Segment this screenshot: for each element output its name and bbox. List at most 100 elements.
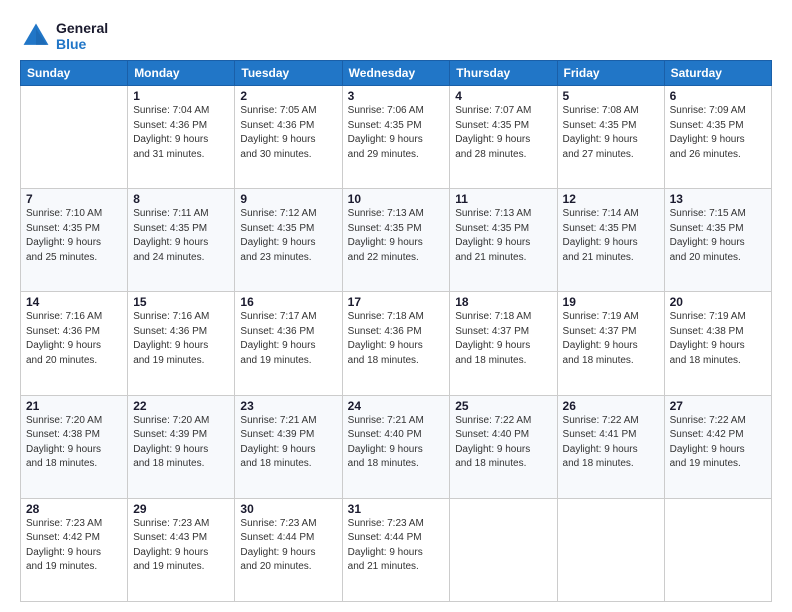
calendar-cell: 23Sunrise: 7:21 AM Sunset: 4:39 PM Dayli…: [235, 395, 342, 498]
day-number: 9: [240, 192, 336, 206]
logo-text: General Blue: [56, 20, 108, 52]
page: General Blue SundayMondayTuesdayWednesda…: [0, 0, 792, 612]
day-info: Sunrise: 7:23 AM Sunset: 4:44 PM Dayligh…: [348, 517, 445, 575]
calendar-cell: 11Sunrise: 7:13 AM Sunset: 4:35 PM Dayli…: [450, 189, 557, 292]
calendar-cell: 31Sunrise: 7:23 AM Sunset: 4:44 PM Dayli…: [342, 498, 450, 601]
logo-icon: [20, 20, 52, 52]
day-number: 10: [348, 192, 445, 206]
day-info: Sunrise: 7:05 AM Sunset: 4:36 PM Dayligh…: [240, 104, 336, 162]
calendar-cell: 16Sunrise: 7:17 AM Sunset: 4:36 PM Dayli…: [235, 292, 342, 395]
day-number: 17: [348, 295, 445, 309]
day-info: Sunrise: 7:14 AM Sunset: 4:35 PM Dayligh…: [563, 207, 659, 265]
day-info: Sunrise: 7:13 AM Sunset: 4:35 PM Dayligh…: [348, 207, 445, 265]
day-info: Sunrise: 7:22 AM Sunset: 4:41 PM Dayligh…: [563, 414, 659, 472]
day-info: Sunrise: 7:20 AM Sunset: 4:38 PM Dayligh…: [26, 414, 122, 472]
calendar-cell: 27Sunrise: 7:22 AM Sunset: 4:42 PM Dayli…: [664, 395, 771, 498]
day-info: Sunrise: 7:22 AM Sunset: 4:42 PM Dayligh…: [670, 414, 766, 472]
calendar-week-row: 14Sunrise: 7:16 AM Sunset: 4:36 PM Dayli…: [21, 292, 772, 395]
day-number: 2: [240, 89, 336, 103]
day-info: Sunrise: 7:10 AM Sunset: 4:35 PM Dayligh…: [26, 207, 122, 265]
day-info: Sunrise: 7:19 AM Sunset: 4:38 PM Dayligh…: [670, 310, 766, 368]
day-number: 23: [240, 399, 336, 413]
weekday-label: Saturday: [664, 61, 771, 86]
day-info: Sunrise: 7:23 AM Sunset: 4:44 PM Dayligh…: [240, 517, 336, 575]
weekday-header-row: SundayMondayTuesdayWednesdayThursdayFrid…: [21, 61, 772, 86]
day-number: 3: [348, 89, 445, 103]
calendar-cell: 8Sunrise: 7:11 AM Sunset: 4:35 PM Daylig…: [128, 189, 235, 292]
calendar-cell: 30Sunrise: 7:23 AM Sunset: 4:44 PM Dayli…: [235, 498, 342, 601]
day-info: Sunrise: 7:22 AM Sunset: 4:40 PM Dayligh…: [455, 414, 551, 472]
day-number: 11: [455, 192, 551, 206]
day-number: 21: [26, 399, 122, 413]
day-number: 7: [26, 192, 122, 206]
calendar-cell: 17Sunrise: 7:18 AM Sunset: 4:36 PM Dayli…: [342, 292, 450, 395]
day-info: Sunrise: 7:11 AM Sunset: 4:35 PM Dayligh…: [133, 207, 229, 265]
day-info: Sunrise: 7:18 AM Sunset: 4:36 PM Dayligh…: [348, 310, 445, 368]
weekday-label: Wednesday: [342, 61, 450, 86]
weekday-label: Friday: [557, 61, 664, 86]
calendar-cell: 12Sunrise: 7:14 AM Sunset: 4:35 PM Dayli…: [557, 189, 664, 292]
calendar-cell: 29Sunrise: 7:23 AM Sunset: 4:43 PM Dayli…: [128, 498, 235, 601]
calendar-cell: 14Sunrise: 7:16 AM Sunset: 4:36 PM Dayli…: [21, 292, 128, 395]
day-number: 29: [133, 502, 229, 516]
day-info: Sunrise: 7:04 AM Sunset: 4:36 PM Dayligh…: [133, 104, 229, 162]
logo: General Blue: [20, 20, 108, 52]
day-info: Sunrise: 7:20 AM Sunset: 4:39 PM Dayligh…: [133, 414, 229, 472]
day-info: Sunrise: 7:15 AM Sunset: 4:35 PM Dayligh…: [670, 207, 766, 265]
day-number: 14: [26, 295, 122, 309]
calendar-header: SundayMondayTuesdayWednesdayThursdayFrid…: [21, 61, 772, 86]
day-number: 22: [133, 399, 229, 413]
day-number: 8: [133, 192, 229, 206]
day-number: 26: [563, 399, 659, 413]
day-number: 27: [670, 399, 766, 413]
day-info: Sunrise: 7:23 AM Sunset: 4:43 PM Dayligh…: [133, 517, 229, 575]
calendar-cell: 24Sunrise: 7:21 AM Sunset: 4:40 PM Dayli…: [342, 395, 450, 498]
day-number: 5: [563, 89, 659, 103]
calendar-cell: [450, 498, 557, 601]
calendar-cell: 20Sunrise: 7:19 AM Sunset: 4:38 PM Dayli…: [664, 292, 771, 395]
calendar-table: SundayMondayTuesdayWednesdayThursdayFrid…: [20, 60, 772, 602]
day-info: Sunrise: 7:09 AM Sunset: 4:35 PM Dayligh…: [670, 104, 766, 162]
calendar-body: 1Sunrise: 7:04 AM Sunset: 4:36 PM Daylig…: [21, 86, 772, 602]
calendar-cell: 2Sunrise: 7:05 AM Sunset: 4:36 PM Daylig…: [235, 86, 342, 189]
day-info: Sunrise: 7:16 AM Sunset: 4:36 PM Dayligh…: [26, 310, 122, 368]
calendar-cell: 1Sunrise: 7:04 AM Sunset: 4:36 PM Daylig…: [128, 86, 235, 189]
day-number: 20: [670, 295, 766, 309]
calendar-cell: 4Sunrise: 7:07 AM Sunset: 4:35 PM Daylig…: [450, 86, 557, 189]
calendar-cell: 19Sunrise: 7:19 AM Sunset: 4:37 PM Dayli…: [557, 292, 664, 395]
calendar-week-row: 1Sunrise: 7:04 AM Sunset: 4:36 PM Daylig…: [21, 86, 772, 189]
calendar-week-row: 21Sunrise: 7:20 AM Sunset: 4:38 PM Dayli…: [21, 395, 772, 498]
calendar-cell: 22Sunrise: 7:20 AM Sunset: 4:39 PM Dayli…: [128, 395, 235, 498]
calendar-cell: 13Sunrise: 7:15 AM Sunset: 4:35 PM Dayli…: [664, 189, 771, 292]
day-info: Sunrise: 7:07 AM Sunset: 4:35 PM Dayligh…: [455, 104, 551, 162]
calendar-cell: 7Sunrise: 7:10 AM Sunset: 4:35 PM Daylig…: [21, 189, 128, 292]
weekday-label: Tuesday: [235, 61, 342, 86]
day-number: 15: [133, 295, 229, 309]
day-number: 24: [348, 399, 445, 413]
day-info: Sunrise: 7:12 AM Sunset: 4:35 PM Dayligh…: [240, 207, 336, 265]
header: General Blue: [20, 16, 772, 52]
calendar-cell: 18Sunrise: 7:18 AM Sunset: 4:37 PM Dayli…: [450, 292, 557, 395]
day-info: Sunrise: 7:21 AM Sunset: 4:40 PM Dayligh…: [348, 414, 445, 472]
day-number: 30: [240, 502, 336, 516]
calendar-week-row: 28Sunrise: 7:23 AM Sunset: 4:42 PM Dayli…: [21, 498, 772, 601]
calendar-cell: [664, 498, 771, 601]
day-info: Sunrise: 7:16 AM Sunset: 4:36 PM Dayligh…: [133, 310, 229, 368]
day-number: 16: [240, 295, 336, 309]
day-number: 13: [670, 192, 766, 206]
calendar-cell: 25Sunrise: 7:22 AM Sunset: 4:40 PM Dayli…: [450, 395, 557, 498]
day-number: 6: [670, 89, 766, 103]
calendar-cell: 5Sunrise: 7:08 AM Sunset: 4:35 PM Daylig…: [557, 86, 664, 189]
calendar-week-row: 7Sunrise: 7:10 AM Sunset: 4:35 PM Daylig…: [21, 189, 772, 292]
day-info: Sunrise: 7:21 AM Sunset: 4:39 PM Dayligh…: [240, 414, 336, 472]
day-number: 1: [133, 89, 229, 103]
day-info: Sunrise: 7:18 AM Sunset: 4:37 PM Dayligh…: [455, 310, 551, 368]
day-info: Sunrise: 7:08 AM Sunset: 4:35 PM Dayligh…: [563, 104, 659, 162]
calendar-cell: 9Sunrise: 7:12 AM Sunset: 4:35 PM Daylig…: [235, 189, 342, 292]
calendar-cell: 21Sunrise: 7:20 AM Sunset: 4:38 PM Dayli…: [21, 395, 128, 498]
day-info: Sunrise: 7:17 AM Sunset: 4:36 PM Dayligh…: [240, 310, 336, 368]
day-number: 12: [563, 192, 659, 206]
day-number: 18: [455, 295, 551, 309]
day-info: Sunrise: 7:19 AM Sunset: 4:37 PM Dayligh…: [563, 310, 659, 368]
day-info: Sunrise: 7:23 AM Sunset: 4:42 PM Dayligh…: [26, 517, 122, 575]
